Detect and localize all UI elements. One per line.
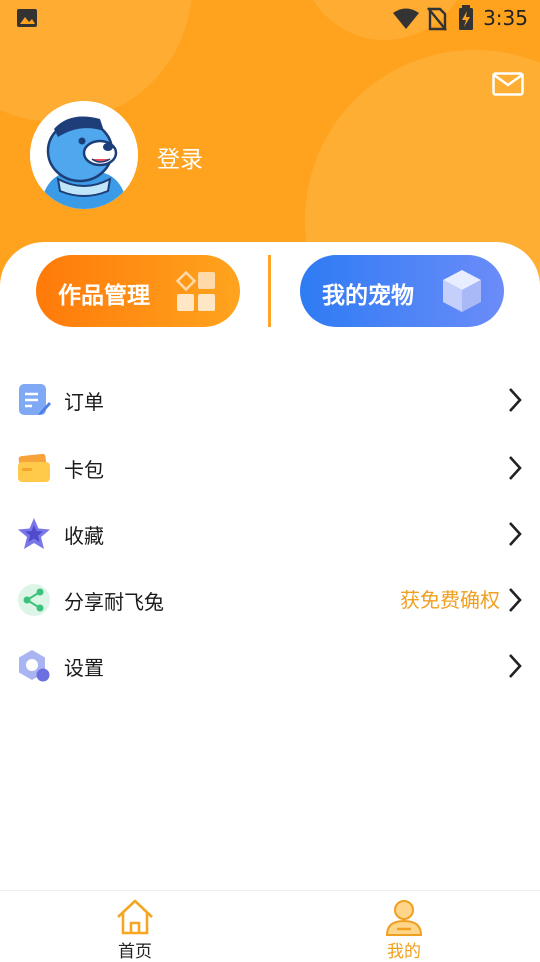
chevron-right-icon [509,388,522,412]
share-icon [18,584,50,616]
menu-label-orders: 订单 [64,390,104,414]
chevron-right-icon [509,522,522,546]
settings-icon [19,650,50,682]
order-list-icon [19,384,51,415]
battery-charging-icon [459,5,473,30]
tab-mine[interactable]: 我的 [334,891,474,962]
menu-item-favorites[interactable]: 收藏 [0,504,540,564]
status-bar: 3:35 [0,0,540,36]
action-divider [268,255,271,327]
bottom-tab-bar: 首页 我的 [0,890,540,962]
content-card [0,242,540,892]
free-rights-badge: 获免费确权 [400,588,500,612]
my-pet-label: 我的宠物 [322,283,414,309]
tab-mine-label: 我的 [387,942,421,962]
bear-mascot-avatar [30,101,138,209]
cube-icon [443,270,481,312]
menu-item-share[interactable]: 分享耐飞兔 获免费确权 [0,570,540,630]
my-pet-button[interactable]: 我的宠物 [300,255,504,327]
image-icon [17,9,37,27]
no-sim-icon [427,7,447,31]
works-management-label: 作品管理 [58,283,150,309]
tab-home-label: 首页 [118,942,152,962]
card-wallet-icon [18,453,50,482]
chevron-right-icon [509,456,522,480]
mail-icon[interactable] [492,72,524,96]
login-link[interactable]: 登录 [157,140,203,174]
chevron-right-icon [509,588,522,612]
avatar[interactable] [30,101,138,209]
menu-label-favorites: 收藏 [64,524,104,548]
chevron-right-icon [509,654,522,678]
home-icon [117,899,153,935]
status-time: 3:35 [483,6,528,30]
menu-item-settings[interactable]: 设置 [0,636,540,696]
wifi-icon [393,8,419,29]
tab-home[interactable]: 首页 [65,891,205,962]
menu-label-share: 分享耐飞兔 [64,590,164,614]
menu-label-card-wallet: 卡包 [64,458,104,482]
menu-label-settings: 设置 [64,656,104,680]
works-management-button[interactable]: 作品管理 [36,255,240,327]
star-icon [18,518,50,549]
grid-icon [176,271,215,311]
user-icon [385,900,423,936]
menu-item-orders[interactable]: 订单 [0,370,540,430]
menu-item-card-wallet[interactable]: 卡包 [0,438,540,498]
